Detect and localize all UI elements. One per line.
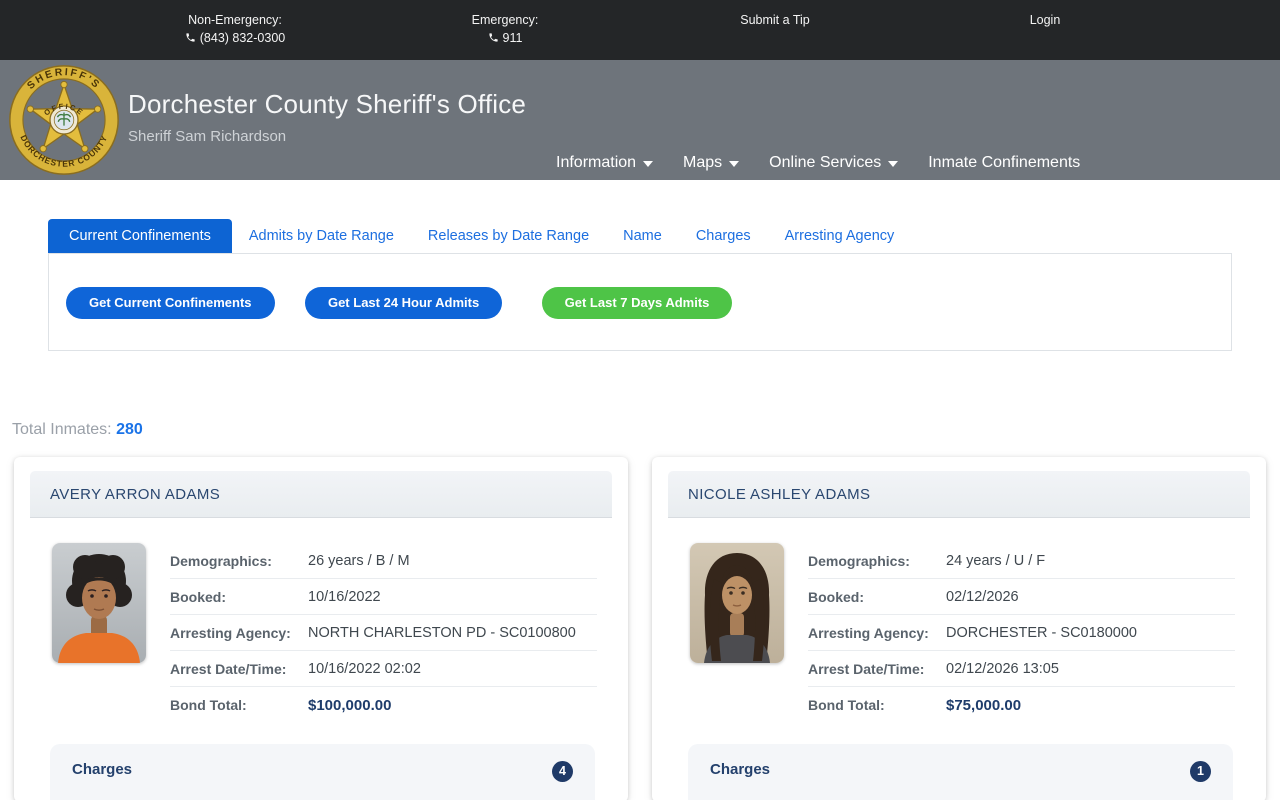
emergency-phone-link[interactable]: 911 — [370, 31, 640, 46]
nav-item-information[interactable]: Information — [556, 154, 654, 172]
login-link[interactable]: Login — [1030, 13, 1061, 27]
phone-icon — [488, 33, 498, 42]
charges-accordion-toggle[interactable]: Charges 4 — [50, 744, 595, 800]
emergency-contact: Emergency: 911 — [370, 13, 640, 46]
nav-item-online-services[interactable]: Online Services — [769, 154, 899, 172]
detail-row-bond-total: Bond Total: $100,000.00 — [170, 696, 392, 714]
submit-tip-link[interactable]: Submit a Tip — [740, 13, 809, 27]
inmate-details: Demographics: 24 years / U / F Booked: 0… — [808, 543, 1235, 723]
non-emergency-number: (843) 832-0300 — [199, 31, 286, 45]
inmate-card: AVERY ARRON ADAMS Demographics: 26 years… — [14, 457, 628, 800]
mugshot-photo — [690, 543, 784, 663]
nav-item-maps[interactable]: Maps — [683, 154, 740, 172]
tab-charges[interactable]: Charges — [679, 219, 768, 253]
emergency-number: 911 — [502, 31, 523, 45]
detail-row-demographics: Demographics: 24 years / U / F — [808, 543, 1235, 579]
inmate-name: NICOLE ASHLEY ADAMS — [668, 471, 1250, 518]
confinement-tabs: Current Confinements Admits by Date Rang… — [48, 219, 1232, 253]
total-inmates-label: Total Inmates: — [12, 421, 112, 438]
charges-accordion-toggle[interactable]: Charges 1 — [688, 744, 1233, 800]
tab-arresting-agency[interactable]: Arresting Agency — [768, 219, 912, 253]
charges-label: Charges — [710, 761, 771, 778]
tab-admits-by-date-range[interactable]: Admits by Date Range — [232, 219, 411, 253]
chevron-down-icon — [643, 161, 654, 167]
detail-row-arresting-agency: Arresting Agency: NORTH CHARLESTON PD - … — [170, 615, 597, 651]
inmate-details: Demographics: 26 years / B / M Booked: 1… — [170, 543, 597, 723]
chevron-down-icon — [888, 161, 899, 167]
top-utility-bar: Non-Emergency: (843) 832-0300 Emergency:… — [0, 0, 1280, 60]
inmate-name: AVERY ARRON ADAMS — [30, 471, 612, 518]
inmate-card: NICOLE ASHLEY ADAMS Demographics: 24 yea… — [652, 457, 1266, 800]
tab-current-confinements[interactable]: Current Confinements — [48, 219, 232, 253]
charges-count-badge: 4 — [552, 761, 573, 782]
tab-releases-by-date-range[interactable]: Releases by Date Range — [411, 219, 606, 253]
tab-panel: Get Current Confinements Get Last 24 Hou… — [48, 253, 1232, 351]
tab-name[interactable]: Name — [606, 219, 679, 253]
charges-label: Charges — [72, 761, 133, 778]
detail-row-booked: Booked: 02/12/2026 — [808, 579, 1235, 615]
site-header: SHERIFF'S OFFICE DORCHESTER COUNTY Dorch… — [0, 60, 1280, 180]
mugshot-photo — [52, 543, 146, 663]
sheriff-badge-logo[interactable]: SHERIFF'S OFFICE DORCHESTER COUNTY — [8, 64, 120, 176]
get-last-24-hour-admits-button[interactable]: Get Last 24 Hour Admits — [304, 287, 503, 319]
site-title: Dorchester County Sheriff's Office — [128, 89, 527, 119]
get-current-confinements-button[interactable]: Get Current Confinements — [66, 287, 275, 319]
non-emergency-contact: Non-Emergency: (843) 832-0300 — [100, 13, 370, 46]
non-emergency-phone-link[interactable]: (843) 832-0300 — [100, 31, 370, 46]
nav-item-inmate-confinements[interactable]: Inmate Confinements — [928, 154, 1080, 172]
total-inmates-count: 280 — [116, 421, 143, 438]
detail-row-bond-total: Bond Total: $75,000.00 — [808, 696, 1022, 714]
detail-row-arrest-datetime: Arrest Date/Time: 02/12/2026 13:05 — [808, 651, 1235, 687]
phone-icon — [186, 33, 195, 42]
detail-row-booked: Booked: 10/16/2022 — [170, 579, 597, 615]
site-subtitle: Sheriff Sam Richardson — [128, 128, 287, 145]
charges-count-badge: 1 — [1190, 761, 1211, 782]
total-inmates-line: Total Inmates: 280 — [12, 421, 1280, 439]
detail-row-demographics: Demographics: 26 years / B / M — [170, 543, 597, 579]
chevron-down-icon — [729, 161, 740, 167]
detail-row-arresting-agency: Arresting Agency: DORCHESTER - SC0180000 — [808, 615, 1235, 651]
emergency-label: Emergency: — [471, 13, 539, 27]
detail-row-arrest-datetime: Arrest Date/Time: 10/16/2022 02:02 — [170, 651, 597, 687]
non-emergency-label: Non-Emergency: — [188, 13, 282, 27]
get-last-7-days-admits-button[interactable]: Get Last 7 Days Admits — [541, 287, 733, 319]
main-nav: Information Maps Online Services Inmate … — [556, 154, 1110, 172]
